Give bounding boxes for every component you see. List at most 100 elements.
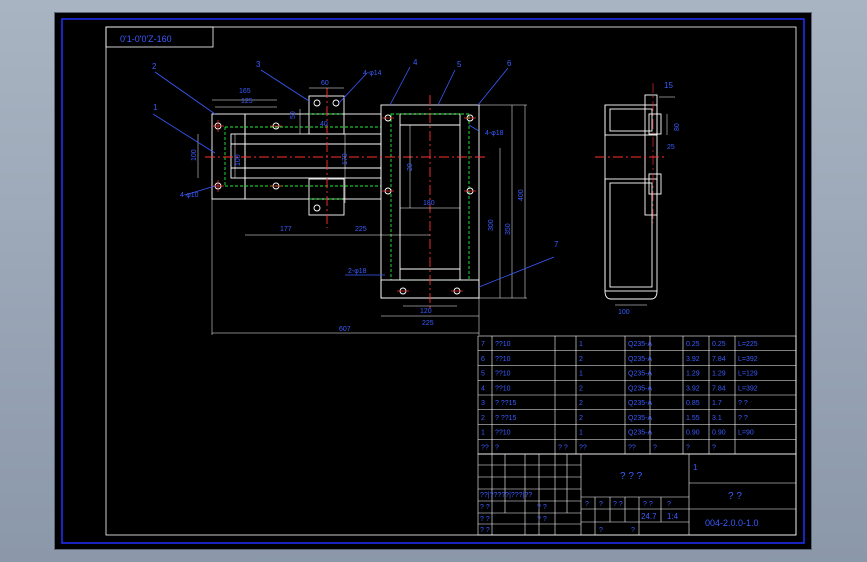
sheet-b: ? xyxy=(631,527,635,534)
bom-cell: L=90 xyxy=(738,430,754,437)
title-right: ? ? xyxy=(728,491,742,502)
inner-border xyxy=(105,26,797,536)
svg-text:100: 100 xyxy=(191,149,198,161)
bom-cell: 3.92 xyxy=(686,385,700,392)
svg-text:100: 100 xyxy=(235,154,242,166)
bom-cell: L=392 xyxy=(738,356,758,363)
bom-cell: 2 xyxy=(579,356,583,363)
balloon-15: 15 xyxy=(664,81,673,90)
title-left-row-2b: ? ? xyxy=(537,504,547,511)
balloon-5: 5 xyxy=(457,60,462,69)
title-left-row-2: ? ? xyxy=(480,504,490,511)
bom-cell: 0.85 xyxy=(686,400,700,407)
scale-row-3: ? ? xyxy=(613,501,623,508)
bom-cell: 7.84 xyxy=(712,356,726,363)
weight: 24.7 xyxy=(641,512,657,521)
bom-cell: 1.29 xyxy=(686,371,700,378)
balloon-labels: 1 2 3 4 5 6 7 15 xyxy=(152,58,673,249)
title-left-row-1: ??|?????|???|?? xyxy=(480,492,532,499)
svg-text:170: 170 xyxy=(342,153,349,165)
svg-text:40: 40 xyxy=(320,121,328,128)
dimension-texts: 165 125 60 50 40 4-φ14 4-φ10 4-φ18 2-φ18… xyxy=(180,70,681,333)
bom-cell: L=392 xyxy=(738,385,758,392)
bom-cell: 2 xyxy=(579,385,583,392)
title-left-row-4: ? ? xyxy=(480,527,490,534)
svg-text:607: 607 xyxy=(339,326,351,333)
sheet-a: ? xyxy=(599,527,603,534)
scale-row-2: ? xyxy=(599,501,603,508)
bom-cell: 4 xyxy=(481,385,485,392)
title-center: ? ? ? xyxy=(620,471,643,482)
balloon-7: 7 xyxy=(554,240,559,249)
bom-header-cell: ?? xyxy=(579,444,587,451)
bom-text: 7 ??10 1 Q235-A 0.25 0.25 L=225 6 ??10 2 Q235-A 3.9… xyxy=(481,341,758,451)
bom-cell: ? ??15 xyxy=(495,415,517,422)
bom-cell: ? ??15 xyxy=(495,400,517,407)
svg-text:60: 60 xyxy=(321,80,329,87)
bom-cell: ??10 xyxy=(495,385,511,392)
svg-text:125: 125 xyxy=(241,98,253,105)
bom-cell: 1.55 xyxy=(686,415,700,422)
svg-text:4-φ14: 4-φ14 xyxy=(363,70,382,77)
balloon-6: 6 xyxy=(507,59,512,68)
bom-cell: 0.90 xyxy=(686,430,700,437)
svg-text:100: 100 xyxy=(618,309,630,316)
bom-cell: 1 xyxy=(579,430,583,437)
bom-header-cell: ? ? xyxy=(558,444,568,451)
svg-text:20: 20 xyxy=(407,163,414,171)
balloon-3: 3 xyxy=(256,60,261,69)
bom-header-cell: ? xyxy=(653,444,657,451)
balloon-2: 2 xyxy=(152,62,157,71)
bom-header-cell: ?? xyxy=(481,444,489,451)
bom-cell: 5 xyxy=(481,371,485,378)
bom-cell: Q235-A xyxy=(628,430,652,437)
svg-text:180: 180 xyxy=(423,200,435,207)
bom-cell: ??10 xyxy=(495,356,511,363)
title-block-text: ? ? ? 1 ? ? 004-2.0.0-1.0 ??|?????|???|?… xyxy=(480,463,759,534)
bom-cell: Q235-A xyxy=(628,385,652,392)
drawing-number: 004-2.0.0-1.0 xyxy=(705,518,759,528)
cad-viewport[interactable]: 0'1-0'0'Z-160 1 2 3 4 5 6 7 15 165 125 6… xyxy=(55,13,811,549)
svg-text:225: 225 xyxy=(355,226,367,233)
bom-cell: 0.25 xyxy=(686,341,700,348)
scale: 1:4 xyxy=(667,512,679,521)
balloon-4: 4 xyxy=(413,58,418,67)
bom-cell: ??10 xyxy=(495,371,511,378)
svg-text:25: 25 xyxy=(667,144,675,151)
svg-text:4-φ10: 4-φ10 xyxy=(180,192,199,199)
svg-text:165: 165 xyxy=(239,88,251,95)
svg-text:350: 350 xyxy=(505,223,512,235)
svg-text:2-φ18: 2-φ18 xyxy=(348,268,367,275)
bom-cell: 1 xyxy=(579,371,583,378)
scale-row-5: ? xyxy=(667,501,671,508)
bom-cell: 1.7 xyxy=(712,400,722,407)
bom-cell: 6 xyxy=(481,356,485,363)
scale-row-1: ? xyxy=(585,501,589,508)
title-stamp: 0'1-0'0'Z-160 xyxy=(120,34,172,44)
title-mark: 1 xyxy=(693,463,698,472)
bom-cell: Q235-A xyxy=(628,356,652,363)
svg-text:177: 177 xyxy=(280,226,292,233)
svg-text:300: 300 xyxy=(488,219,495,231)
svg-text:80: 80 xyxy=(674,123,681,131)
bom-cell: 1.29 xyxy=(712,371,726,378)
bom-cell: 0.90 xyxy=(712,430,726,437)
bom-header-cell: ? xyxy=(686,444,690,451)
bom-cell: 7 xyxy=(481,341,485,348)
bom-header-cell: ? xyxy=(712,444,716,451)
bom-header-cell: ? xyxy=(495,444,499,451)
bom-cell: 2 xyxy=(579,400,583,407)
side-view xyxy=(604,94,675,306)
channel-inner xyxy=(230,133,382,179)
bom-cell: Q235-A xyxy=(628,400,652,407)
bom-cell: Q235-A xyxy=(628,341,652,348)
drawing-canvas: 0'1-0'0'Z-160 1 2 3 4 5 6 7 15 165 125 6… xyxy=(61,18,805,544)
bom-cell: 3 xyxy=(481,400,485,407)
bom-cell: ??10 xyxy=(495,341,511,348)
svg-text:4-φ18: 4-φ18 xyxy=(485,130,504,137)
bom-cell: ? ? xyxy=(738,415,748,422)
bom-cell: 3.1 xyxy=(712,415,722,422)
bom-cell: 1 xyxy=(481,430,485,437)
bom-cell: L=129 xyxy=(738,371,758,378)
scale-row-4: ? ? xyxy=(643,501,653,508)
